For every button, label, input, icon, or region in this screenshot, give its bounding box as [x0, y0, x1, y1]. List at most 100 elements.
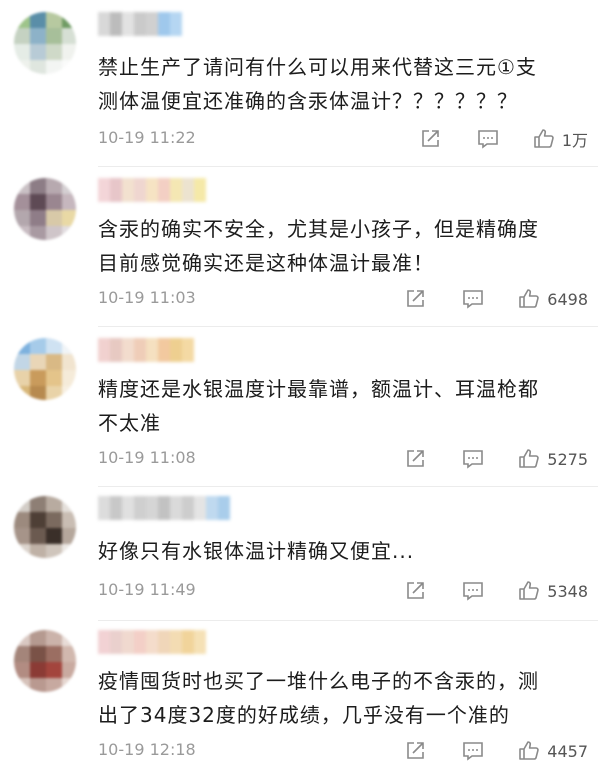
avatar-pixel [46, 338, 62, 354]
avatar-pixel [14, 60, 30, 74]
avatar[interactable] [14, 630, 76, 692]
username-pixel [122, 178, 134, 202]
username-pixel [182, 338, 194, 362]
avatar-pixel [14, 528, 30, 544]
avatar[interactable] [14, 178, 76, 240]
username-pixel [158, 496, 170, 520]
comment-text-line: 疫情囤货时也买了一堆什么电子的不含汞的，测 [98, 669, 539, 693]
username-pixel [194, 496, 206, 520]
avatar[interactable] [14, 338, 76, 400]
avatar-pixel [62, 338, 76, 354]
username-pixel [134, 496, 146, 520]
avatar-pixel [62, 210, 76, 226]
timestamp: 10-19 11:49 [98, 580, 196, 599]
username-blurred[interactable] [98, 338, 194, 362]
avatar-pixel [46, 544, 62, 558]
comment-icon[interactable] [461, 287, 485, 311]
avatar-pixel [14, 28, 30, 44]
avatar-pixel [14, 338, 30, 354]
avatar-pixel [62, 44, 76, 60]
username-pixel [158, 178, 170, 202]
comment-text-line: 好像只有水银体温计精确又便宜... [98, 539, 415, 563]
comment-icon[interactable] [461, 579, 485, 603]
comment-meta: 10-19 11:49 5348 [98, 576, 588, 606]
avatar-pixel [46, 210, 62, 226]
avatar-pixel [46, 678, 62, 692]
username-pixel [146, 12, 158, 36]
avatar-pixel [46, 60, 62, 74]
like-button[interactable]: 5275 [517, 447, 588, 471]
username-pixel [146, 338, 158, 362]
username-blurred[interactable] [98, 630, 206, 654]
avatar-pixel [30, 370, 46, 386]
comment-icon[interactable] [461, 739, 485, 763]
username-pixel [146, 496, 158, 520]
avatar-pixel [62, 386, 76, 400]
share-icon[interactable] [403, 739, 427, 763]
avatar-pixel [30, 662, 46, 678]
comment-meta: 10-19 12:18 4457 [98, 736, 588, 766]
comment-meta: 10-19 11:08 5275 [98, 444, 588, 474]
avatar[interactable] [14, 12, 76, 74]
avatar-pixel [14, 678, 30, 692]
like-button[interactable]: 4457 [517, 739, 588, 763]
username-pixel [98, 178, 110, 202]
share-icon[interactable] [403, 447, 427, 471]
comment-text-line: 禁止生产了请问有什么可以用来代替这三元①支 [98, 55, 537, 79]
username-pixel [182, 178, 194, 202]
username-pixel [146, 178, 158, 202]
avatar-pixel [14, 662, 30, 678]
username-blurred[interactable] [98, 12, 182, 36]
comment-actions: 6498 [403, 284, 588, 314]
avatar-pixel [46, 226, 62, 240]
avatar-pixel [14, 544, 30, 558]
avatar-pixel [30, 60, 46, 74]
username-pixel [110, 178, 122, 202]
avatar-pixel [46, 528, 62, 544]
avatar-pixel [46, 370, 62, 386]
avatar-pixel [30, 544, 46, 558]
avatar-pixel [14, 210, 30, 226]
like-button[interactable]: 5348 [517, 579, 588, 603]
avatar-pixel [14, 178, 30, 194]
divider [98, 166, 598, 167]
like-count: 4457 [547, 741, 588, 761]
username-pixel [182, 630, 194, 654]
avatar-pixel [30, 512, 46, 528]
thumbs-up-icon [517, 739, 541, 763]
share-icon[interactable] [403, 579, 427, 603]
comment-icon[interactable] [476, 127, 500, 151]
comment-actions: 4457 [403, 736, 588, 766]
share-icon[interactable] [418, 127, 442, 151]
avatar-pixel [62, 662, 76, 678]
avatar-pixel [30, 646, 46, 662]
avatar-pixel [30, 496, 46, 512]
comment-actions: 5275 [403, 444, 588, 474]
comment-icon[interactable] [461, 447, 485, 471]
username-pixel [98, 630, 110, 654]
username-pixel [170, 630, 182, 654]
username-blurred[interactable] [98, 178, 206, 202]
avatar-pixel [30, 338, 46, 354]
avatar[interactable] [14, 496, 76, 558]
avatar-pixel [14, 370, 30, 386]
username-pixel [170, 338, 182, 362]
avatar-pixel [46, 662, 62, 678]
avatar-pixel [62, 544, 76, 558]
username-pixel [134, 12, 146, 36]
username-blurred[interactable] [98, 496, 230, 520]
like-button[interactable]: 1万 [532, 127, 588, 151]
username-pixel [122, 496, 134, 520]
avatar-pixel [62, 60, 76, 74]
avatar-pixel [30, 226, 46, 240]
thumbs-up-icon [532, 127, 556, 151]
avatar-pixel [30, 210, 46, 226]
like-button[interactable]: 6498 [517, 287, 588, 311]
avatar-pixel [14, 226, 30, 240]
username-pixel [134, 630, 146, 654]
divider [98, 486, 598, 487]
comment-text-line: 含汞的确实不安全，尤其是小孩子，但是精确度 [98, 217, 539, 241]
avatar-pixel [14, 630, 30, 646]
avatar-pixel [46, 496, 62, 512]
share-icon[interactable] [403, 287, 427, 311]
